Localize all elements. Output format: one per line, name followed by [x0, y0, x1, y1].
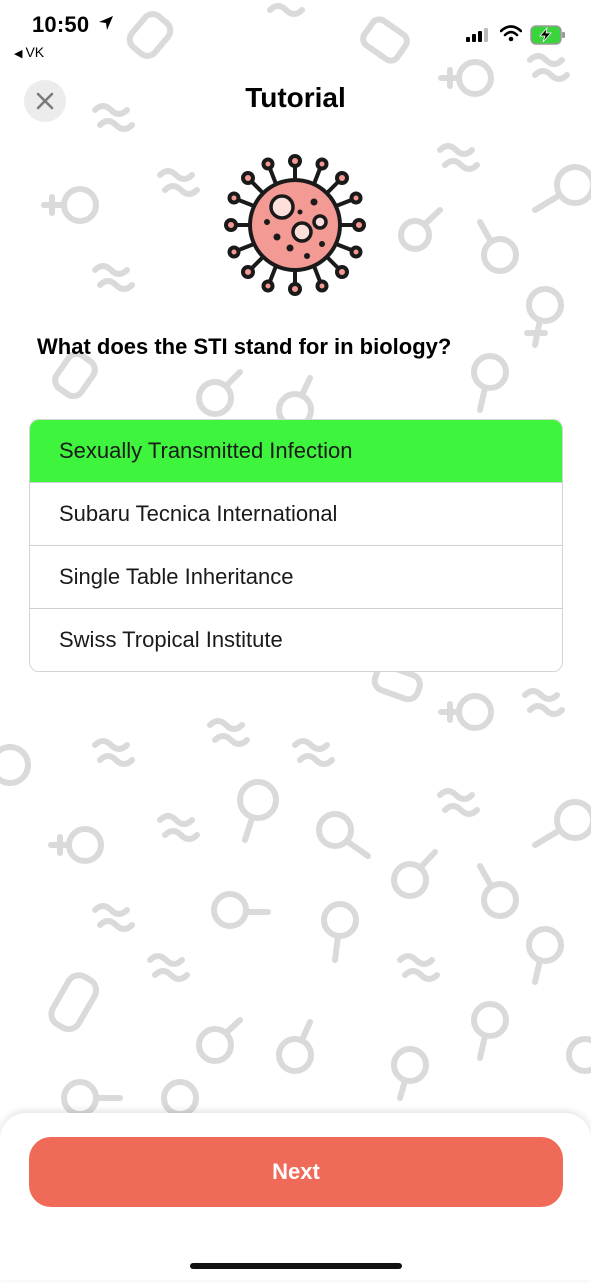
- back-to-app-link[interactable]: ◀ VK: [14, 44, 44, 60]
- question-text: What does the STI stand for in biology?: [37, 334, 452, 359]
- wifi-icon: [500, 25, 522, 42]
- virus-icon: [224, 154, 366, 296]
- location-arrow-icon: [99, 16, 113, 30]
- status-bar: 10:50 ◀ VK: [0, 0, 591, 70]
- back-triangle-icon: ◀: [14, 48, 23, 60]
- next-button[interactable]: Next: [29, 1137, 563, 1207]
- answer-options-list: Sexually Transmitted Infection Subaru Te…: [29, 419, 563, 672]
- page-title: Tutorial: [245, 82, 346, 113]
- status-time: 10:50: [32, 12, 90, 37]
- home-indicator: [190, 1263, 402, 1269]
- battery-charging-icon: [530, 25, 565, 45]
- answer-option[interactable]: Subaru Tecnica International: [30, 482, 562, 545]
- answer-option[interactable]: Swiss Tropical Institute: [30, 608, 562, 671]
- answer-option[interactable]: Single Table Inheritance: [30, 545, 562, 608]
- back-app-label: VK: [25, 44, 45, 60]
- answer-option-correct[interactable]: Sexually Transmitted Infection: [30, 420, 562, 482]
- signal-icon: [466, 28, 488, 42]
